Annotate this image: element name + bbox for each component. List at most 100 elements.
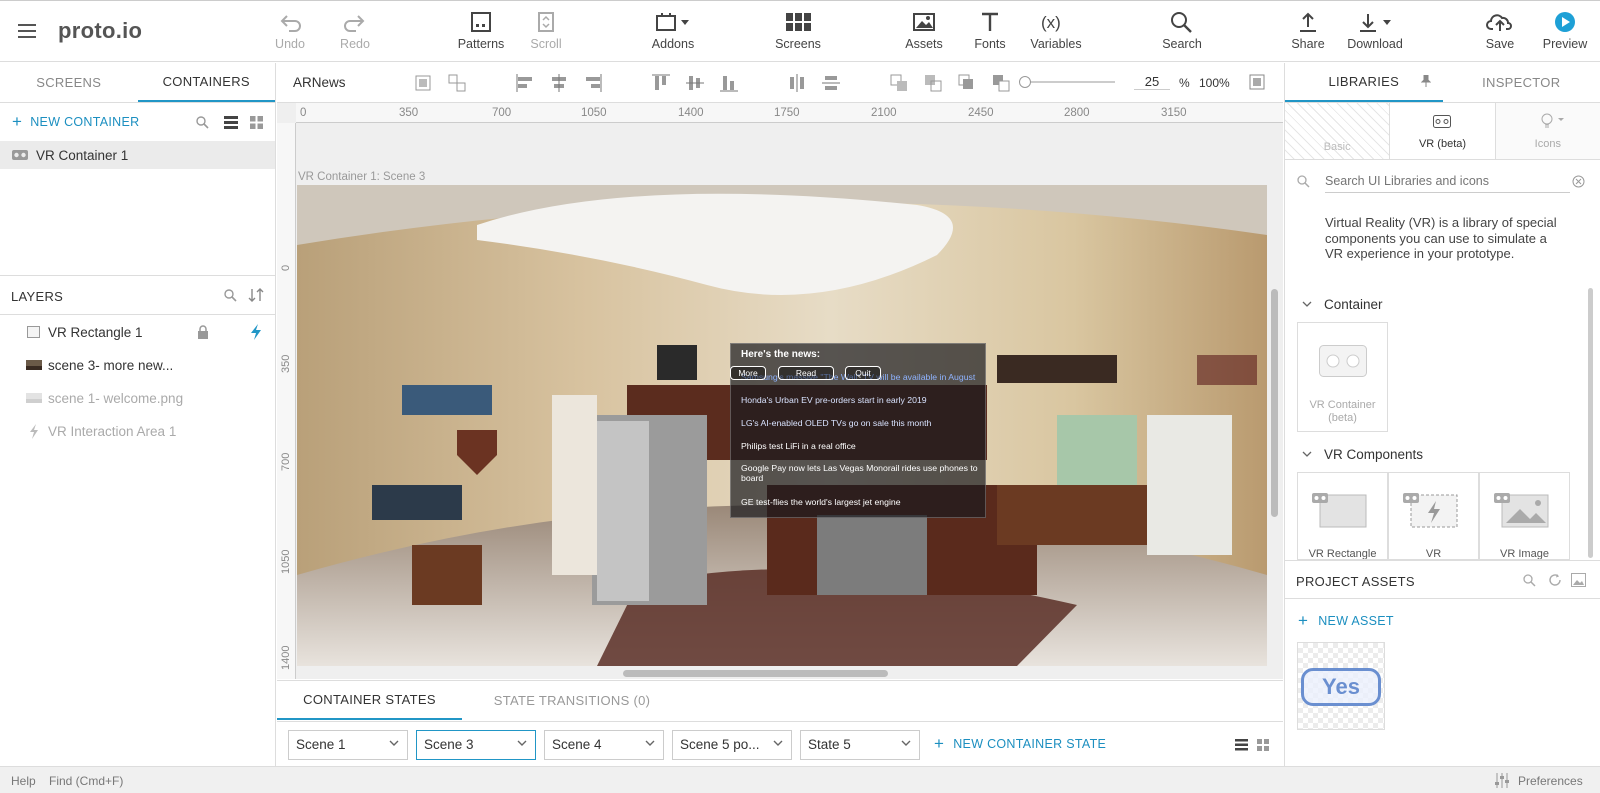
assets-button[interactable]: Assets [886, 11, 962, 51]
fonts-button[interactable]: Fonts [952, 11, 1028, 51]
new-container-button[interactable]: + NEW CONTAINER [12, 113, 139, 130]
grid-view-icon[interactable] [250, 116, 263, 129]
pin-icon[interactable] [1420, 75, 1431, 87]
layer-item[interactable]: VR Interaction Area 1 [0, 415, 276, 448]
bring-front-icon[interactable] [890, 74, 908, 92]
preview-button[interactable]: Preview [1527, 11, 1600, 51]
download-icon [1360, 14, 1391, 32]
zoom-input[interactable]: 25 [1134, 74, 1170, 90]
news-item[interactable]: Honda's Urban EV pre-orders start in ear… [741, 395, 927, 405]
fit-screen-icon[interactable] [1249, 74, 1265, 90]
section-header-vr-components[interactable]: VR Components [1302, 447, 1423, 462]
list-view-icon[interactable] [1235, 739, 1248, 751]
component-card-vr-interaction[interactable]: VR [1388, 472, 1479, 560]
new-asset-button[interactable]: + NEW ASSET [1298, 612, 1394, 629]
tab-container-states[interactable]: CONTAINER STATES [277, 681, 462, 720]
distribute-vertical-icon[interactable] [822, 74, 840, 92]
vr-scene-image[interactable]: Here's the news: Samsung's massive "The … [297, 185, 1267, 666]
library-tab-icons[interactable]: Icons [1495, 103, 1600, 159]
send-backward-icon[interactable] [992, 74, 1010, 92]
news-read-button[interactable]: Read [778, 366, 834, 380]
undo-icon [280, 15, 301, 32]
chevron-down-icon [1302, 301, 1312, 307]
screens-icon [786, 13, 811, 31]
zoom-slider[interactable] [1019, 76, 1115, 88]
container-list-item[interactable]: VR Container 1 [0, 141, 275, 169]
state-dropdown[interactable]: Scene 5 po... [672, 730, 792, 760]
screens-button[interactable]: Screens [760, 11, 836, 51]
align-center-icon[interactable] [550, 74, 568, 92]
clear-search-icon[interactable] [1572, 175, 1585, 188]
share-button[interactable]: Share [1270, 11, 1346, 51]
library-tab-vr[interactable]: VR (beta) [1390, 103, 1496, 159]
library-tab-basic[interactable]: Basic [1285, 103, 1391, 159]
group-icon[interactable] [414, 74, 432, 92]
component-card-vr-container[interactable]: VR Container (beta) [1297, 322, 1388, 432]
vr-image-icon [1494, 493, 1550, 529]
list-view-icon[interactable] [224, 116, 238, 129]
search-icon[interactable] [196, 116, 209, 129]
lock-icon[interactable] [197, 325, 209, 339]
left-panel: SCREENS CONTAINERS + NEW CONTAINER VR Co… [0, 63, 276, 766]
align-top-icon[interactable] [652, 74, 670, 92]
redo-button[interactable]: Redo [317, 11, 393, 51]
library-search-input[interactable] [1325, 169, 1570, 193]
screens-label: Screens [775, 37, 821, 51]
news-item[interactable]: Philips test LiFi in a real office [741, 441, 856, 451]
news-more-button[interactable]: More [730, 366, 766, 380]
tab-libraries[interactable]: LIBRARIES [1285, 63, 1443, 102]
download-button[interactable]: Download [1337, 11, 1413, 51]
news-item[interactable]: GE test-flies the world's largest jet en… [741, 497, 901, 507]
align-middle-icon[interactable] [686, 74, 704, 92]
align-left-icon[interactable] [516, 74, 534, 92]
tab-screens[interactable]: SCREENS [0, 63, 138, 102]
tab-inspector[interactable]: INSPECTOR [1443, 63, 1600, 102]
help-link[interactable]: Help [11, 774, 36, 788]
zoom-100-button[interactable]: 100% [1199, 76, 1230, 90]
tab-state-transitions[interactable]: STATE TRANSITIONS (0) [472, 681, 672, 720]
layers-header: LAYERS [0, 275, 276, 315]
send-back-icon[interactable] [924, 74, 942, 92]
zoom-slider-handle[interactable] [1019, 76, 1031, 88]
addons-button[interactable]: Addons [635, 11, 711, 51]
sort-icon[interactable] [248, 287, 264, 303]
preferences-link[interactable]: Preferences [1518, 774, 1583, 788]
bring-forward-icon[interactable] [958, 74, 976, 92]
state-dropdown[interactable]: Scene 1 [288, 730, 408, 760]
state-dropdown-value: Scene 3 [424, 737, 474, 752]
scroll-button[interactable]: Scroll [508, 11, 584, 51]
new-container-state-button[interactable]: + NEW CONTAINER STATE [934, 735, 1106, 752]
state-dropdown-selected[interactable]: Scene 3 [416, 730, 536, 760]
distribute-horizontal-icon[interactable] [788, 74, 806, 92]
image-icon[interactable] [1571, 573, 1586, 587]
ungroup-icon[interactable] [448, 74, 466, 92]
library-scrollbar[interactable] [1588, 288, 1593, 558]
tab-containers[interactable]: CONTAINERS [137, 63, 275, 102]
project-assets-header: PROJECT ASSETS [1285, 560, 1600, 599]
section-header-container[interactable]: Container [1302, 297, 1383, 312]
component-card-vr-image[interactable]: VR Image [1479, 472, 1570, 560]
hamburger-menu-icon[interactable] [18, 24, 36, 39]
horizontal-scrollbar[interactable] [623, 670, 888, 677]
vertical-scrollbar[interactable] [1271, 289, 1278, 517]
layer-item[interactable]: scene 3- more new... [0, 349, 276, 382]
asset-thumbnail[interactable]: Yes [1297, 642, 1385, 730]
layer-item[interactable]: scene 1- welcome.png [0, 382, 276, 415]
layers-search-icon[interactable] [224, 289, 237, 302]
grid-view-icon[interactable] [1257, 739, 1269, 751]
component-card-vr-rectangle[interactable]: VR Rectangle [1297, 472, 1388, 560]
variables-button[interactable]: (x) Variables [1018, 11, 1094, 51]
lightning-icon[interactable] [250, 324, 262, 340]
news-item[interactable]: LG's AI-enabled OLED TVs go on sale this… [741, 418, 931, 428]
align-right-icon[interactable] [584, 74, 602, 92]
news-item[interactable]: Google Pay now lets Las Vegas Monorail r… [741, 463, 979, 483]
state-dropdown[interactable]: State 5 [800, 730, 920, 760]
search-button[interactable]: Search [1144, 11, 1220, 51]
layer-item[interactable]: VR Rectangle 1 [0, 316, 276, 349]
refresh-icon[interactable] [1548, 573, 1562, 587]
find-link[interactable]: Find (Cmd+F) [49, 774, 123, 788]
align-bottom-icon[interactable] [720, 74, 738, 92]
state-dropdown[interactable]: Scene 4 [544, 730, 664, 760]
search-icon[interactable] [1523, 574, 1536, 587]
news-quit-button[interactable]: Quit [845, 366, 881, 380]
